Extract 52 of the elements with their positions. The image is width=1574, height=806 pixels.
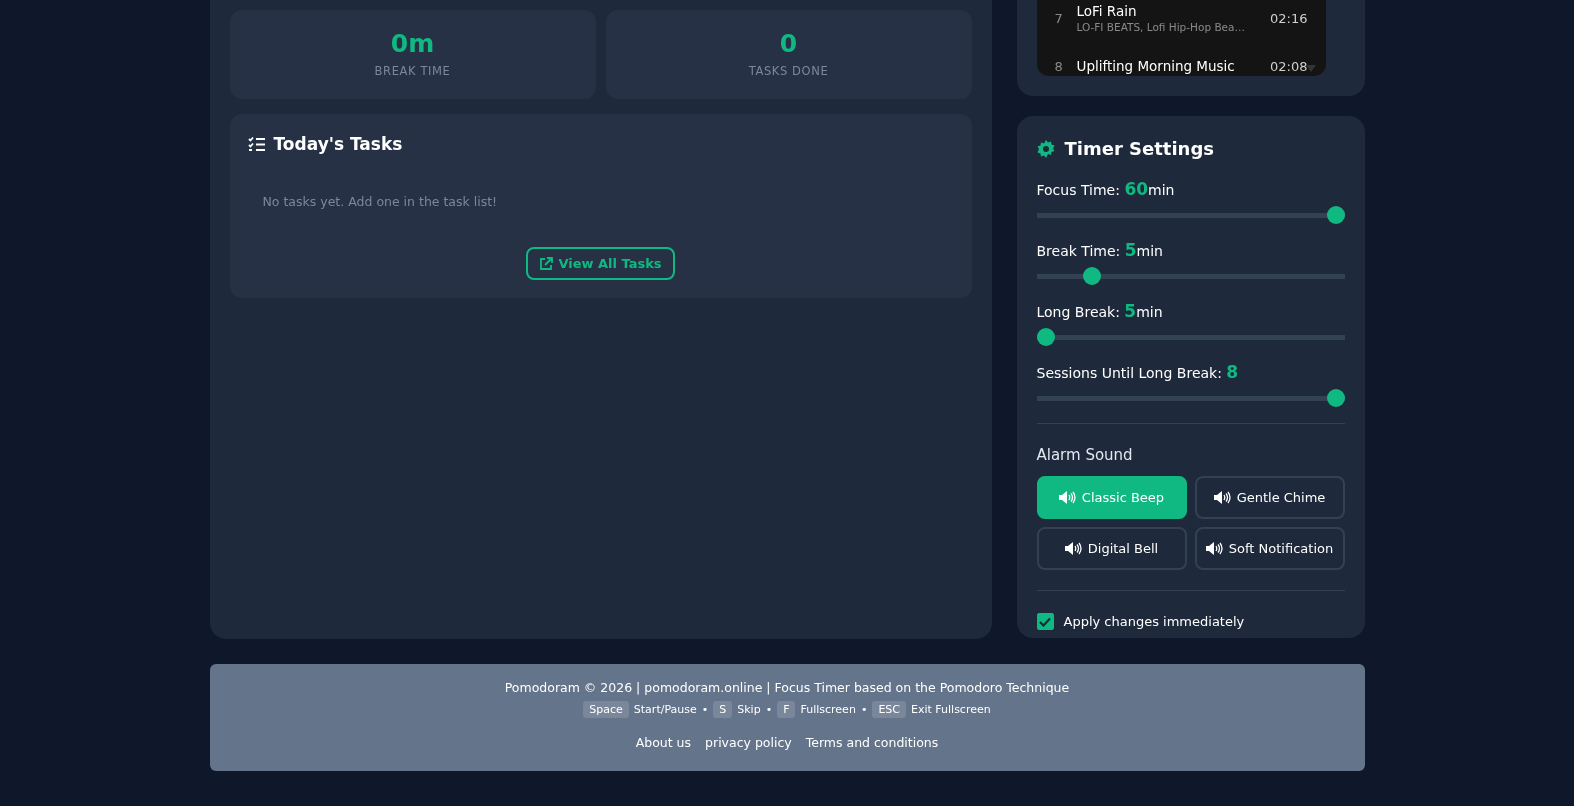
- shortcut-action: Start/Pause: [633, 703, 697, 716]
- checkbox-label: Apply changes immediately: [1063, 614, 1245, 629]
- slider-thumb[interactable]: [1082, 267, 1101, 285]
- shortcut-action: Exit Fullscreen: [911, 703, 991, 716]
- speaker-icon: [1064, 542, 1082, 555]
- slider-label: Focus Time: 60min: [1036, 179, 1176, 199]
- separator-dot: •: [860, 703, 868, 716]
- track-title[interactable]: LoFi Rain: [1076, 3, 1271, 19]
- alarm-label: Alarm Sound: [1036, 446, 1134, 464]
- alarm-option-button[interactable]: Soft Notification: [1194, 527, 1345, 570]
- key-badge: S: [713, 701, 733, 718]
- speaker-icon: [1213, 491, 1231, 504]
- footer-link[interactable]: About us: [635, 735, 692, 750]
- separator-dot: •: [765, 703, 773, 716]
- shortcut-action: Skip: [737, 703, 761, 716]
- checklist-icon: [247, 136, 266, 152]
- track-artist: LO-FI BEATS, Lofi Hip-Hop Bea…: [1076, 21, 1246, 33]
- key-badge: F: [777, 701, 796, 718]
- separator-dot: •: [701, 703, 709, 716]
- track-duration: 02:16: [1270, 10, 1308, 26]
- slider-label: Break Time: 5min: [1036, 240, 1164, 260]
- key-badge: ESC: [872, 701, 906, 718]
- empty-message: No tasks yet. Add one in the task list!: [262, 194, 499, 209]
- external-link-icon: [539, 256, 554, 271]
- track-duration: 02:08: [1270, 58, 1308, 74]
- stat-value: 0: [779, 31, 798, 56]
- track-number: 8: [1054, 58, 1064, 74]
- alarm-option-button[interactable]: Gentle Chime: [1194, 476, 1345, 519]
- track-number: 7: [1054, 10, 1064, 26]
- settings-icon: [1036, 139, 1055, 158]
- alarm-option-button[interactable]: Digital Bell: [1036, 527, 1187, 570]
- stat-label: TASKS DONE: [748, 64, 829, 78]
- speaker-icon: [1058, 491, 1076, 504]
- slider-thumb[interactable]: [1326, 389, 1345, 407]
- slider-thumb[interactable]: [1036, 328, 1055, 346]
- checkbox[interactable]: [1036, 613, 1054, 630]
- stat-label: BREAK TIME: [374, 64, 451, 78]
- view-all-tasks-button[interactable]: View All Tasks: [526, 247, 675, 280]
- footer-link[interactable]: Terms and conditions: [805, 735, 939, 750]
- slider-label: Sessions Until Long Break: 8: [1036, 362, 1240, 382]
- speaker-icon: [1205, 542, 1223, 555]
- tasks-title: Today's Tasks: [273, 134, 403, 154]
- shortcut-action: Fullscreen: [800, 703, 856, 716]
- stat-value: 0m: [390, 31, 435, 56]
- slider-thumb[interactable]: [1326, 206, 1345, 224]
- footer-link[interactable]: privacy policy: [705, 735, 792, 750]
- track-title[interactable]: Uplifting Morning Music: [1076, 58, 1271, 74]
- settings-title: Timer Settings: [1064, 138, 1215, 159]
- footer-text: Pomodoram © 2026 | pomodoram.online | Focus Timer based on the Pomodoro Technique: [504, 680, 1070, 695]
- slider-label: Long Break: 5min: [1036, 301, 1164, 321]
- key-badge: Space: [583, 701, 629, 718]
- scroll-down-icon[interactable]: [1305, 65, 1316, 72]
